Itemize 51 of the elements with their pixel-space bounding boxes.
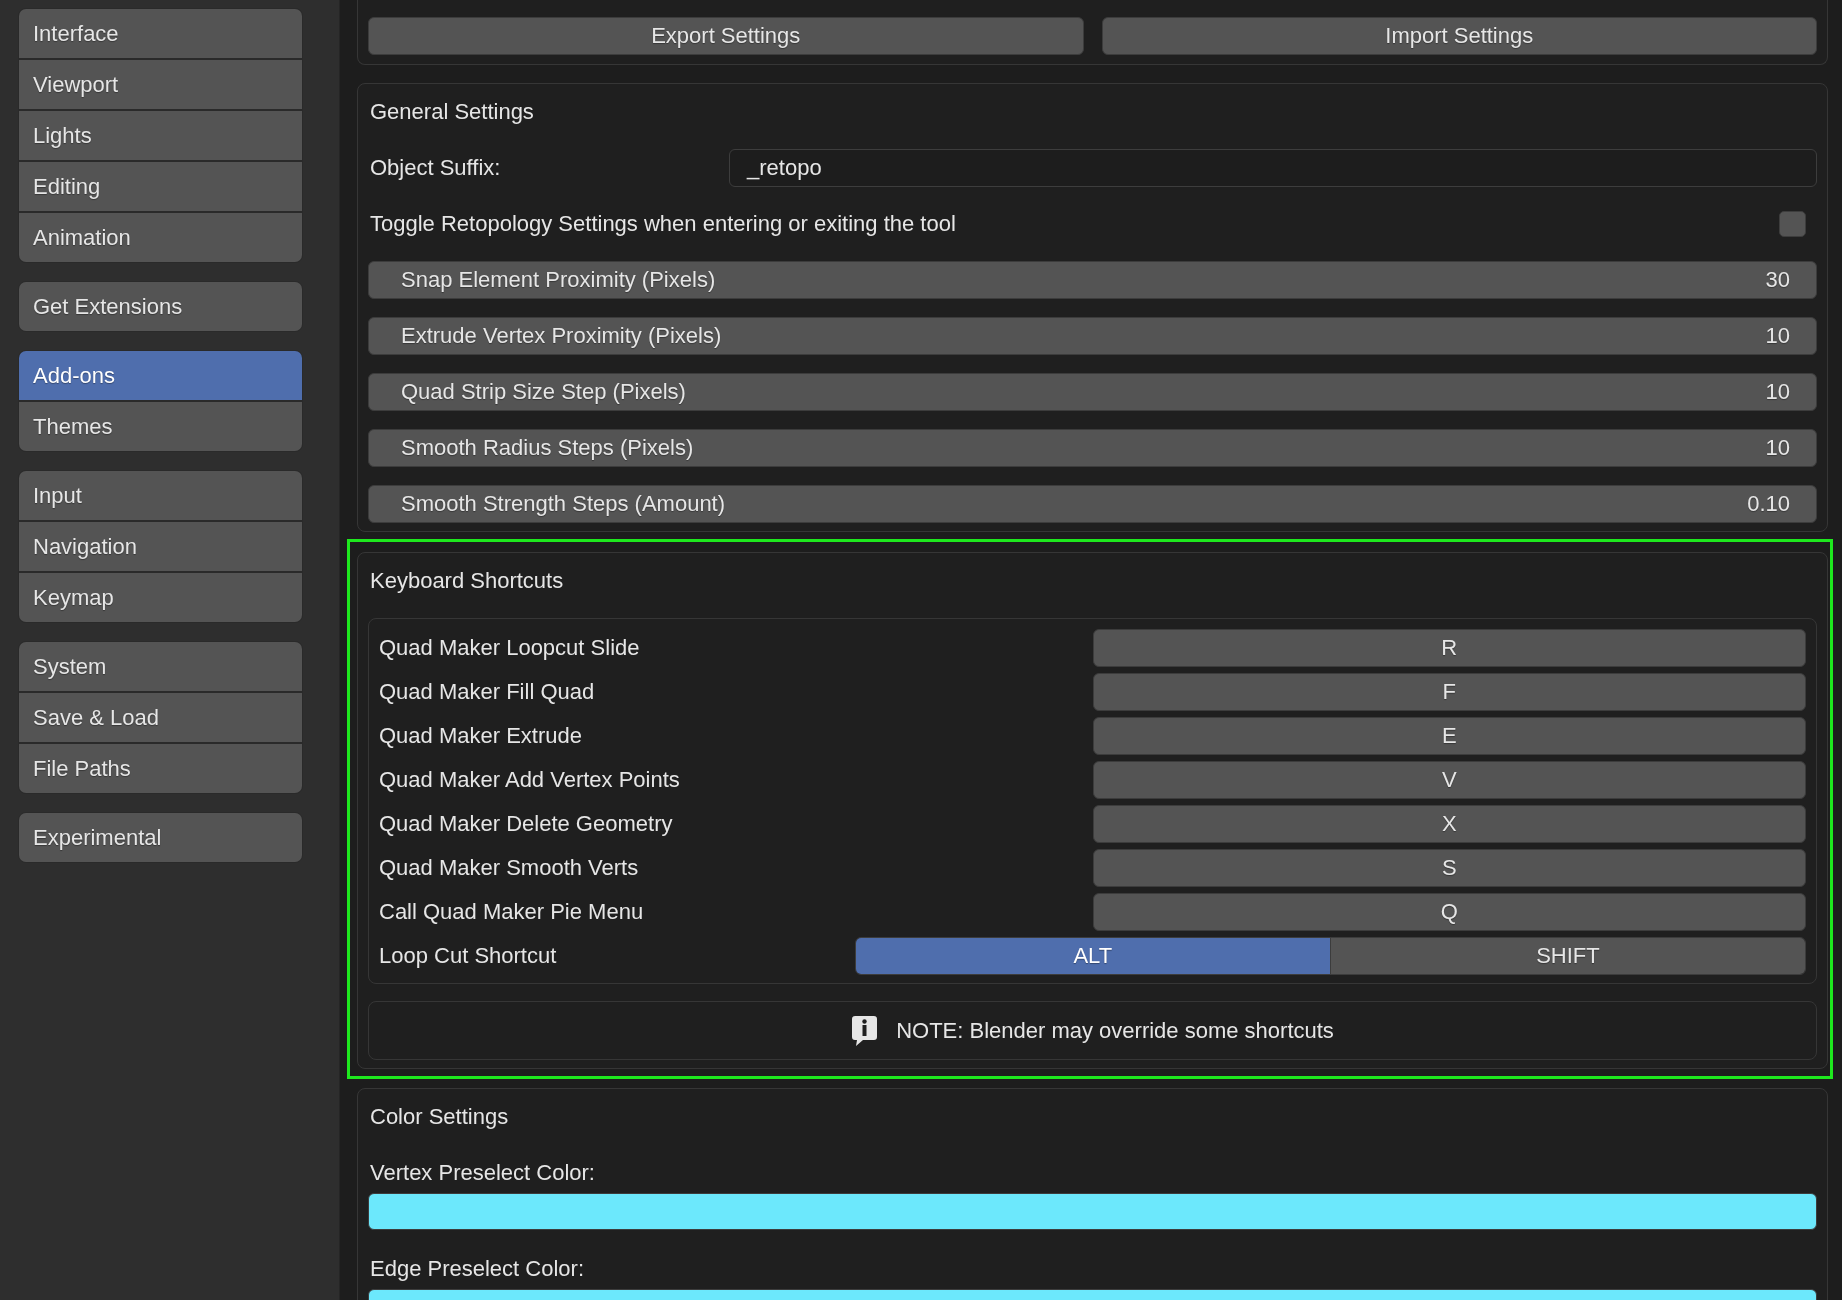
key-binding-button[interactable]: X: [1092, 805, 1806, 843]
key-binding-button[interactable]: Q: [1092, 893, 1806, 931]
number-field[interactable]: Extrude Vertex Proximity (Pixels) 10: [368, 317, 1817, 355]
sidebar-item[interactable]: Keymap: [19, 573, 302, 622]
shortcut-label: Quad Maker Smooth Verts: [379, 855, 640, 881]
sidebar-item[interactable]: Lights: [19, 111, 302, 160]
key-binding-button[interactable]: F: [1092, 673, 1806, 711]
sidebar-item[interactable]: Themes: [19, 402, 302, 451]
checkbox[interactable]: [1779, 211, 1806, 237]
sidebar-item[interactable]: System: [19, 642, 302, 691]
note-text: NOTE: Blender may override some shortcuts: [896, 1017, 1334, 1044]
shortcut-label: Quad Maker Extrude: [379, 723, 583, 749]
key-binding-button[interactable]: V: [1092, 761, 1806, 799]
sidebar-item[interactable]: Get Extensions: [19, 282, 302, 331]
number-field[interactable]: Smooth Radius Steps (Pixels) 10: [368, 429, 1817, 467]
number-field[interactable]: Quad Strip Size Step (Pixels) 10: [368, 373, 1817, 411]
field-label: Object Suffix:: [369, 155, 502, 181]
modifier-option[interactable]: ALT: [855, 938, 1330, 974]
sidebar-item[interactable]: Editing: [19, 162, 302, 211]
key-binding-button[interactable]: S: [1092, 849, 1806, 887]
shortcut-label: Loop Cut Shortcut: [379, 943, 558, 969]
checkbox-label: Toggle Retopology Settings when entering or exiting the tool: [369, 211, 956, 237]
shortcut-label: Quad Maker Fill Quad: [379, 679, 596, 705]
key-binding-button[interactable]: R: [1092, 629, 1806, 667]
panel-title: Color Settings: [370, 1104, 509, 1130]
shortcut-label: Quad Maker Loopcut Slide: [379, 635, 641, 661]
text-field[interactable]: _retopo: [729, 149, 1817, 187]
sidebar-item[interactable]: Experimental: [19, 813, 302, 862]
sidebar-item[interactable]: Add-ons: [19, 351, 302, 400]
number-field[interactable]: Snap Element Proximity (Pixels) 30: [368, 261, 1817, 299]
sidebar-item[interactable]: Interface: [19, 9, 302, 58]
panel-title: General Settings: [370, 99, 534, 125]
color-label: Vertex Preselect Color:: [370, 1160, 595, 1186]
color-label: Edge Preselect Color:: [370, 1256, 584, 1282]
modifier-option[interactable]: SHIFT: [1329, 938, 1805, 974]
sidebar-item[interactable]: File Paths: [19, 744, 302, 793]
info-icon: [851, 1014, 879, 1047]
panel-title: Keyboard Shortcuts: [370, 568, 564, 594]
shortcut-label: Call Quad Maker Pie Menu: [379, 899, 645, 925]
key-binding-button[interactable]: E: [1092, 717, 1806, 755]
settings-button[interactable]: Export Settings: [368, 17, 1084, 55]
color-swatch-field[interactable]: [368, 1193, 1817, 1230]
shortcut-label: Quad Maker Delete Geometry: [379, 811, 674, 837]
sidebar-item[interactable]: Input: [19, 471, 302, 520]
settings-button[interactable]: Import Settings: [1101, 17, 1817, 55]
number-field[interactable]: Smooth Strength Steps (Amount) 0.10: [368, 485, 1817, 523]
sidebar-item[interactable]: Animation: [19, 213, 302, 262]
sidebar-item[interactable]: Viewport: [19, 60, 302, 109]
sidebar-item[interactable]: Navigation: [19, 522, 302, 571]
sidebar-item[interactable]: Save & Load: [19, 693, 302, 742]
shortcut-label: Quad Maker Add Vertex Points: [379, 767, 681, 793]
